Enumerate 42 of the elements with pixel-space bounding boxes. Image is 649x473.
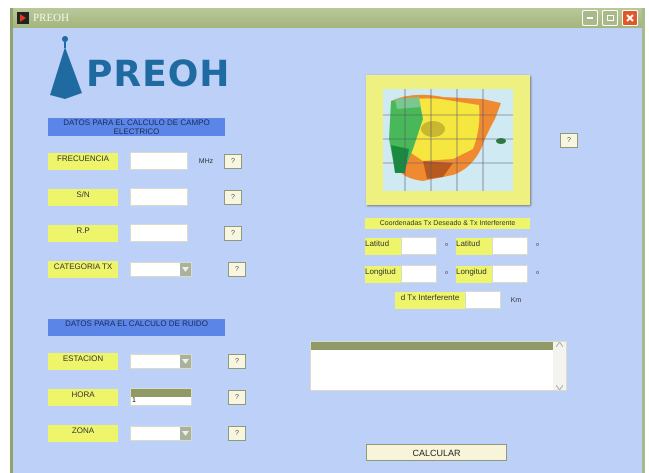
field-label: Latitud [456, 238, 492, 254]
field-label: d Tx Interferente [395, 292, 465, 308]
dropdown[interactable] [130, 426, 192, 440]
field-label: S/N [48, 188, 118, 206]
minimize-icon [587, 17, 593, 19]
field-label: ZONA [48, 424, 118, 442]
field-label: R.P [48, 224, 118, 242]
dropdown[interactable] [130, 354, 192, 368]
maximize-button[interactable] [602, 10, 618, 26]
list-box[interactable] [310, 341, 567, 391]
field-label: HORA [48, 388, 118, 406]
section-heading: DATOS PARA EL CALCULO DE RUIDO [48, 319, 225, 336]
field-label: FRECUENCIA [48, 152, 118, 170]
input-field[interactable] [401, 265, 437, 283]
minimize-button[interactable] [582, 10, 598, 26]
input-field[interactable] [130, 224, 188, 242]
maximize-icon [606, 15, 614, 21]
caret-icon [182, 266, 189, 272]
section-heading: DATOS PARA EL CALCULO DE CAMPO ELECTRICO [48, 118, 225, 136]
close-icon [626, 14, 634, 22]
scroll-up-icon[interactable] [556, 342, 563, 347]
field-label: Longitud [456, 266, 492, 282]
input-field[interactable] [465, 291, 501, 309]
input-field[interactable] [492, 237, 528, 255]
input-field[interactable] [492, 265, 528, 283]
scroll-down-icon[interactable] [556, 385, 563, 390]
input-field[interactable] [130, 152, 188, 170]
window-title: PREOH [33, 12, 70, 24]
caret-icon [182, 430, 189, 436]
dropdown[interactable] [130, 262, 192, 276]
logo-text: PREOH [86, 54, 230, 95]
app-icon [17, 12, 29, 24]
field-label: Latitud [365, 238, 401, 254]
input-field[interactable] [130, 188, 188, 206]
field-label: ESTACION [48, 352, 118, 370]
calculate-button[interactable]: CALCULAR [366, 444, 507, 461]
antenna-tower-icon [48, 35, 84, 100]
close-button[interactable] [622, 10, 638, 26]
input-field[interactable] [401, 237, 437, 255]
caret-icon [182, 358, 189, 364]
field-label: CATEGORIA TX [48, 260, 118, 278]
field-label: Longitud [365, 266, 401, 282]
